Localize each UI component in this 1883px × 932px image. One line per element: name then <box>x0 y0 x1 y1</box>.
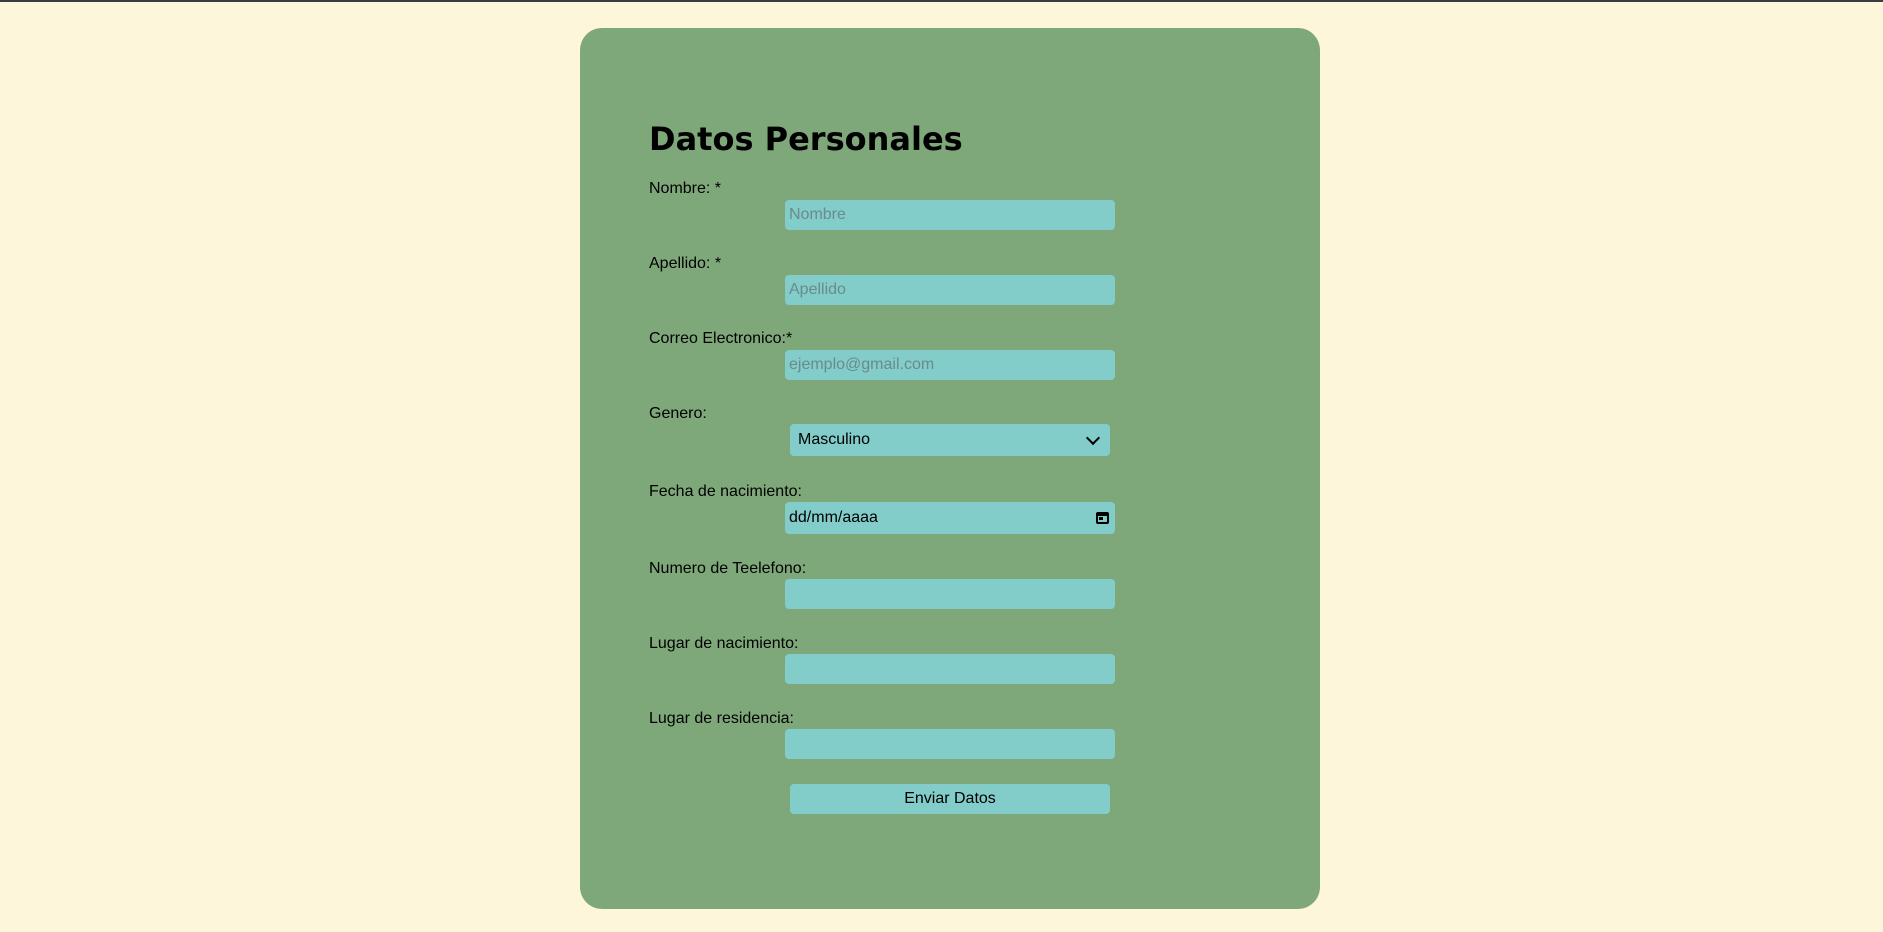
apellido-input[interactable] <box>785 275 1115 305</box>
lugar-nacimiento-label: Lugar de nacimiento: <box>649 635 799 652</box>
calendar-icon[interactable] <box>1096 512 1109 524</box>
telefono-input[interactable] <box>785 579 1115 609</box>
form-card: Datos Personales Nombre: * Apellido: * C… <box>580 28 1320 909</box>
fecha-label: Fecha de nacimiento: <box>649 483 802 500</box>
date-format-text: dd/mm/aaaa <box>789 509 878 526</box>
nombre-input[interactable] <box>785 200 1115 230</box>
lugar-residencia-input[interactable] <box>785 729 1115 759</box>
page-title: Datos Personales <box>649 120 963 158</box>
top-border-line <box>0 0 1883 2</box>
telefono-label: Numero de Teelefono: <box>649 560 807 577</box>
enviar-datos-button[interactable]: Enviar Datos <box>790 784 1110 814</box>
genero-select[interactable]: Masculino <box>790 424 1110 456</box>
fecha-nacimiento-input[interactable]: dd/mm/aaaa <box>785 502 1115 534</box>
lugar-residencia-label: Lugar de residencia: <box>649 710 794 727</box>
email-input[interactable] <box>785 350 1115 380</box>
lugar-nacimiento-input[interactable] <box>785 654 1115 684</box>
nombre-label: Nombre: * <box>649 180 722 197</box>
chevron-down-icon <box>1085 430 1101 446</box>
correo-label: Correo Electronico:* <box>649 330 793 347</box>
genero-selected-value: Masculino <box>798 431 871 448</box>
apellido-label: Apellido: * <box>649 255 722 272</box>
genero-label: Genero: <box>649 405 707 422</box>
